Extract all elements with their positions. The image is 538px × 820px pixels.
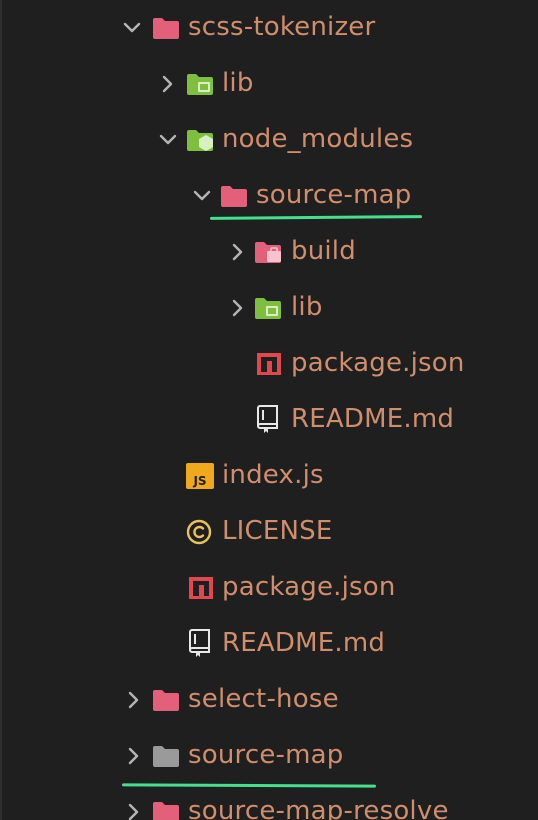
tree-item-build[interactable]: build [2,224,538,280]
tree-item-scss-tokenizer[interactable]: scss-tokenizer [2,0,538,56]
tree-item-index-js[interactable]: JS index.js [2,448,538,504]
folder-lib-icon [187,74,213,95]
tree-item-label: README.md [222,628,386,658]
license-icon [186,519,212,545]
tree-item-package-json[interactable]: package.json [2,560,538,616]
chevron-down-icon[interactable] [192,186,212,206]
chevron-down-icon[interactable] [158,130,178,150]
tree-item-label: lib [291,292,323,322]
chevron-right-icon[interactable] [124,690,144,710]
folder-node-modules-icon [187,130,213,151]
svg-text:JS: JS [192,474,206,488]
folder-build-icon [255,242,281,263]
tree-item-label: select-hose [188,684,339,714]
folder-lib-icon [255,298,281,319]
folder-open-icon [153,18,179,39]
tree-item-label: source-map-resolve [188,796,449,820]
folder-icon [153,802,179,820]
readme-book-icon [189,629,210,657]
chevron-right-icon[interactable] [124,802,144,820]
folder-icon [153,690,179,711]
tree-item-label: source-map [256,180,412,210]
tree-item-select-hose[interactable]: select-hose [2,672,538,728]
tree-item-source-map-resolve[interactable]: source-map-resolve [2,784,538,820]
file-explorer-tree: scss-tokenizer lib node_modules source-m… [0,0,538,820]
folder-open-icon [221,186,247,207]
tree-item-label: README.md [291,404,455,434]
npm-icon [189,577,213,599]
tree-item-label: LICENSE [222,516,333,546]
chevron-right-icon[interactable] [228,242,248,262]
folder-gray-icon [153,746,179,767]
chevron-right-icon[interactable] [158,74,178,94]
tree-item-package-json[interactable]: package.json [2,336,538,392]
tree-item-label: node_modules [222,124,414,154]
tree-item-label: index.js [222,460,324,490]
tree-item-label: package.json [222,572,396,602]
tree-item-readme[interactable]: README.md [2,392,538,448]
tree-item-readme[interactable]: README.md [2,616,538,672]
tree-item-lib[interactable]: lib [2,56,538,112]
tree-item-license[interactable]: LICENSE [2,504,538,560]
tree-item-lib[interactable]: lib [2,280,538,336]
tree-item-label: build [291,236,356,266]
tree-item-node-modules[interactable]: node_modules [2,112,538,168]
tree-item-label: source-map [188,740,344,770]
chevron-down-icon[interactable] [122,18,142,38]
readme-book-icon [257,405,278,433]
npm-icon [257,353,281,375]
js-icon: JS [186,463,214,489]
tree-item-label: package.json [291,348,465,378]
tree-item-label: lib [222,68,254,98]
tree-item-label: scss-tokenizer [188,12,376,42]
tree-item-source-map[interactable]: source-map [2,728,538,784]
chevron-right-icon[interactable] [124,746,144,766]
chevron-right-icon[interactable] [228,298,248,318]
